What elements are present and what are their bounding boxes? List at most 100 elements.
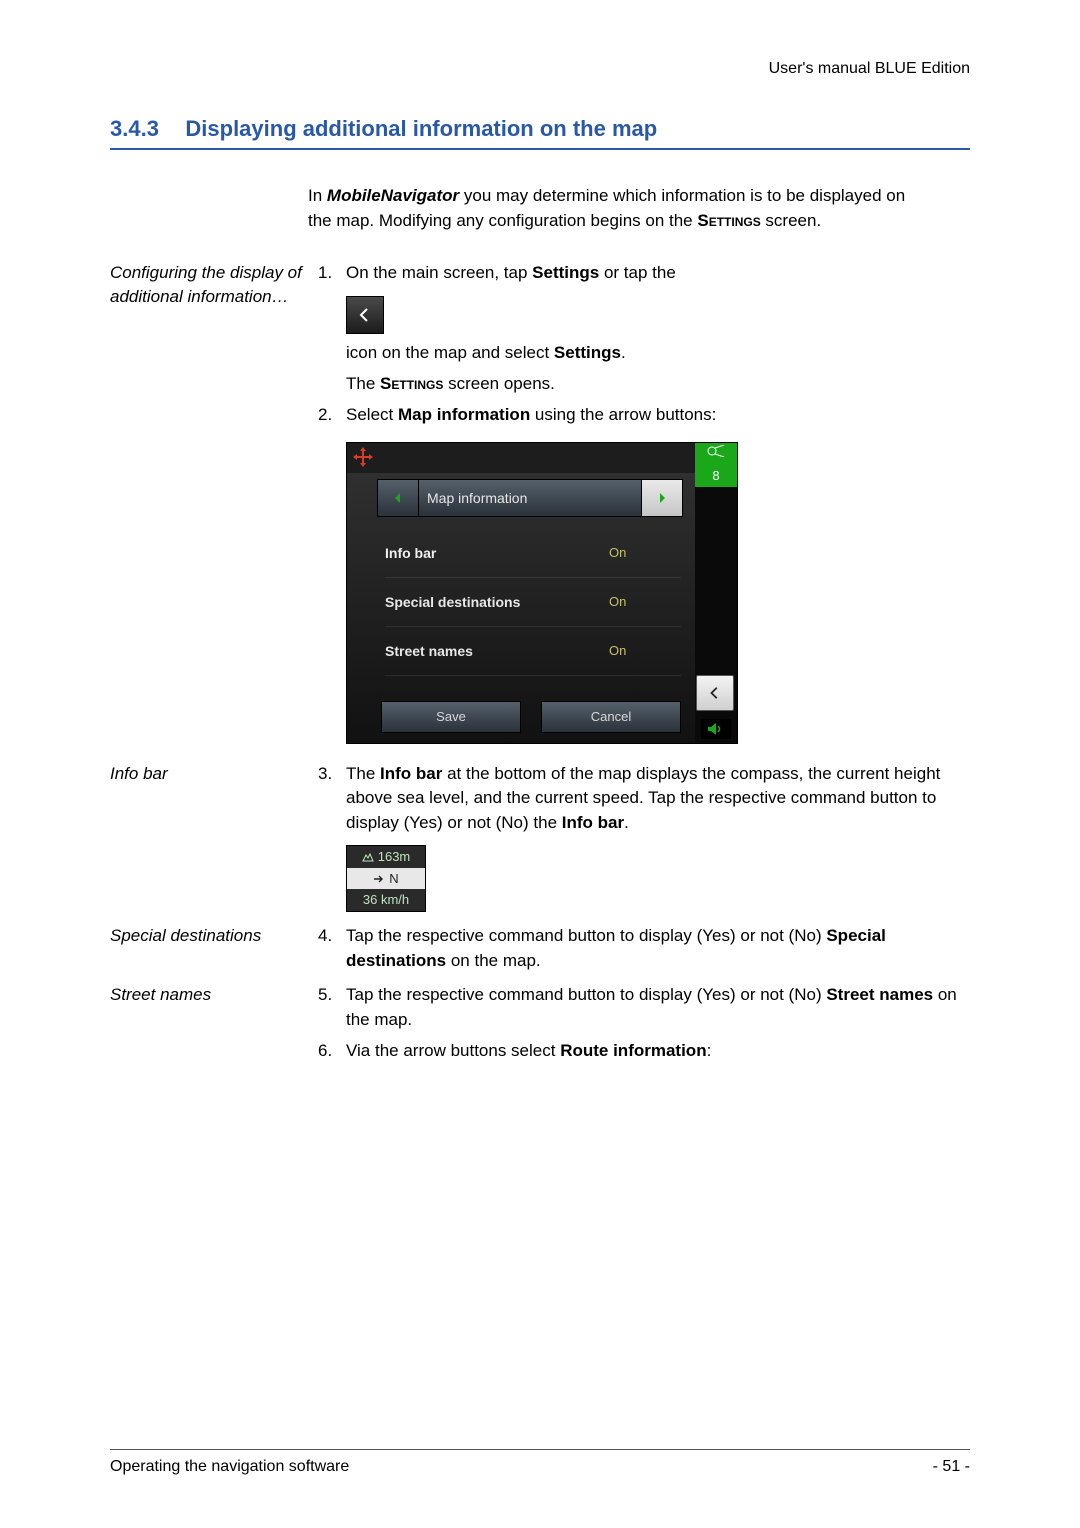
text: In (308, 186, 327, 205)
bold: Settings (532, 263, 599, 282)
intro-paragraph: In MobileNavigator you may determine whi… (308, 184, 928, 233)
bold: Info bar (562, 813, 624, 832)
step-number: 2. (318, 403, 346, 428)
step-1-result: The Settings screen opens. (346, 371, 970, 397)
row-value: On (609, 643, 681, 658)
step-text: Tap the respective command button to dis… (346, 983, 970, 1032)
settings-row-infobar[interactable]: Info bar On (385, 529, 681, 578)
infobar-direction: N (347, 868, 425, 890)
text: Via the arrow buttons select (346, 1041, 560, 1060)
section-title: Displaying additional information on the… (185, 116, 657, 141)
infobar-widget: 163m N 36 km/h (346, 845, 426, 912)
row-label: Special destinations (385, 594, 609, 610)
settings-smallcaps: Settings (380, 374, 443, 393)
row-step-4: Special destinations 4. Tap the respecti… (110, 924, 970, 979)
bold: Info bar (380, 764, 442, 783)
page: User's manual BLUE Edition 3.4.3 Display… (0, 0, 1080, 1528)
step-3: 3. The Info bar at the bottom of the map… (318, 762, 970, 836)
volume-icon[interactable] (701, 719, 731, 739)
text: . (621, 343, 626, 362)
bold: Map information (398, 405, 530, 424)
text: on the map. (446, 951, 541, 970)
footer-page-number: - 51 - (933, 1458, 970, 1476)
arrow-right-button[interactable] (641, 479, 683, 517)
body-col: 1. On the main screen, tap Settings or t… (318, 261, 970, 757)
settings-row-special-destinations[interactable]: Special destinations On (385, 578, 681, 627)
text: On the main screen, tap (346, 263, 532, 282)
text: Tap the respective command button to dis… (346, 926, 826, 945)
body-col: 3. The Info bar at the bottom of the map… (318, 762, 970, 920)
step-text: Via the arrow buttons select Route infor… (346, 1039, 970, 1064)
section-number: 3.4.3 (110, 116, 159, 142)
text: The (346, 764, 380, 783)
text: or tap the (599, 263, 676, 282)
cancel-button[interactable]: Cancel (541, 701, 681, 733)
settings-smallcaps: Settings (697, 211, 760, 230)
device-tabbar: Map information (377, 479, 683, 517)
section-heading: 3.4.3 Displaying additional information … (110, 116, 970, 150)
text: screen opens. (443, 374, 555, 393)
bold: Settings (554, 343, 621, 362)
row-step-5: Street names 5. Tap the respective comma… (110, 983, 970, 1069)
side-back-button[interactable] (696, 675, 734, 711)
device-topbar (347, 443, 695, 473)
device-settings-list: Info bar On Special destinations On Stre… (385, 529, 681, 676)
arrow-left-button[interactable] (377, 479, 419, 517)
gps-count: 8 (695, 469, 737, 483)
row-step-3: Info bar 3. The Info bar at the bottom o… (110, 762, 970, 920)
text: . (624, 813, 629, 832)
step-number: 3. (318, 762, 346, 836)
page-footer: Operating the navigation software - 51 - (110, 1449, 970, 1476)
save-button[interactable]: Save (381, 701, 521, 733)
step-number: 5. (318, 983, 346, 1032)
back-arrow-icon[interactable] (346, 296, 384, 334)
step-text: On the main screen, tap Settings or tap … (346, 261, 970, 286)
infobar-speed: 36 km/h (347, 889, 425, 911)
step-number: 4. (318, 924, 346, 973)
row-value: On (609, 545, 681, 560)
body-col: 5. Tap the respective command button to … (318, 983, 970, 1069)
step-number: 1. (318, 261, 346, 286)
row-value: On (609, 594, 681, 609)
margin-note-infobar: Info bar (110, 762, 318, 920)
step-text: The Info bar at the bottom of the map di… (346, 762, 970, 836)
running-head: User's manual BLUE Edition (110, 60, 970, 78)
step-6: 6. Via the arrow buttons select Route in… (318, 1039, 970, 1064)
text: Select (346, 405, 398, 424)
row-step-1: Configuring the display of additional in… (110, 261, 970, 757)
footer-left: Operating the navigation software (110, 1458, 349, 1476)
settings-row-street-names[interactable]: Street names On (385, 627, 681, 676)
step-5: 5. Tap the respective command button to … (318, 983, 970, 1032)
tab-title: Map information (419, 479, 641, 517)
text: using the arrow buttons: (530, 405, 716, 424)
device-screenshot: 8 Map information (346, 442, 738, 744)
body-col: 4. Tap the respective command button to … (318, 924, 970, 979)
step-number: 6. (318, 1039, 346, 1064)
step-1: 1. On the main screen, tap Settings or t… (318, 261, 970, 286)
mountain-icon (362, 852, 374, 862)
compass-arrow-icon (373, 874, 385, 884)
row-label: Info bar (385, 545, 609, 561)
text: : (707, 1041, 712, 1060)
bold: Street names (826, 985, 933, 1004)
gps-status[interactable]: 8 (695, 443, 737, 487)
step-1-continued: icon on the map and select Settings. (346, 340, 970, 366)
row-label: Street names (385, 643, 609, 659)
product-name: MobileNavigator (327, 186, 459, 205)
step-text: Tap the respective command button to dis… (346, 924, 970, 973)
text: The (346, 374, 380, 393)
margin-note-street-names: Street names (110, 983, 318, 1069)
altitude-value: 163m (378, 847, 411, 867)
text: icon on the map and select (346, 343, 554, 362)
step-4: 4. Tap the respective command button to … (318, 924, 970, 973)
infobar-altitude: 163m (347, 846, 425, 868)
bold: Route information (560, 1041, 706, 1060)
text: Tap the respective command button to dis… (346, 985, 826, 1004)
move-icon[interactable] (351, 445, 375, 469)
margin-note-special-destinations: Special destinations (110, 924, 318, 979)
direction-value: N (389, 869, 398, 889)
device-bottom-bar: Save Cancel (381, 701, 681, 733)
step-text: Select Map information using the arrow b… (346, 403, 970, 428)
text: screen. (761, 211, 821, 230)
step-2: 2. Select Map information using the arro… (318, 403, 970, 428)
